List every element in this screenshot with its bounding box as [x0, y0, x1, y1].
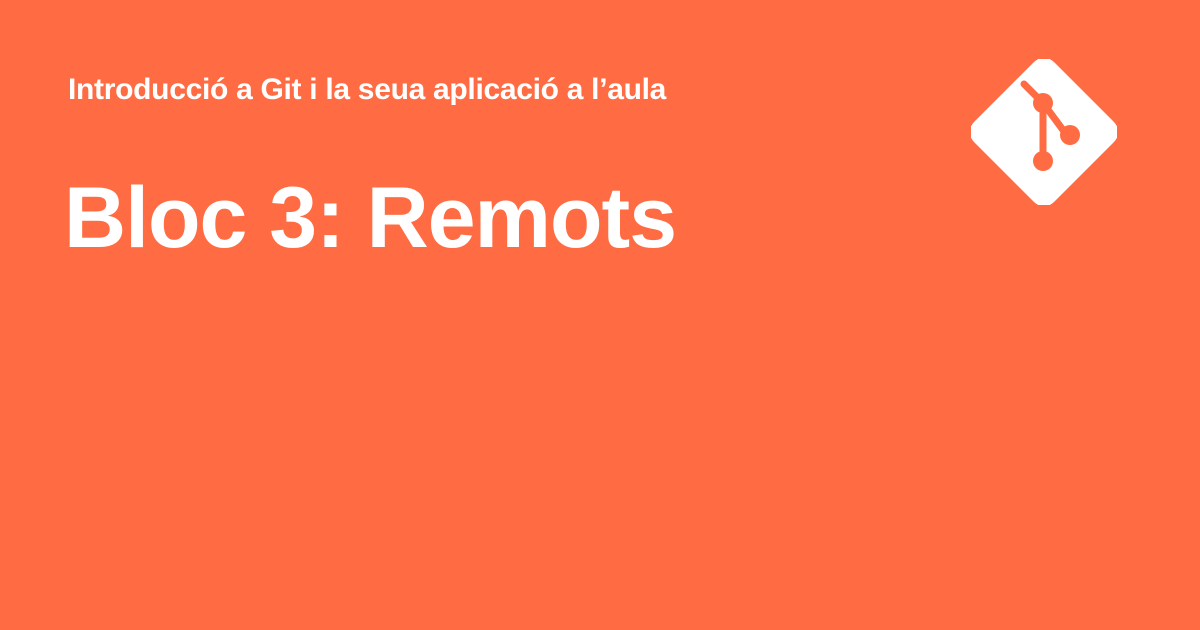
course-subtitle: Introducció a Git i la seua aplicació a … [68, 73, 667, 106]
social-card: Introducció a Git i la seua aplicació a … [0, 0, 1200, 630]
page-title: Bloc 3: Remots [64, 170, 677, 266]
git-logo-icon [971, 59, 1117, 205]
